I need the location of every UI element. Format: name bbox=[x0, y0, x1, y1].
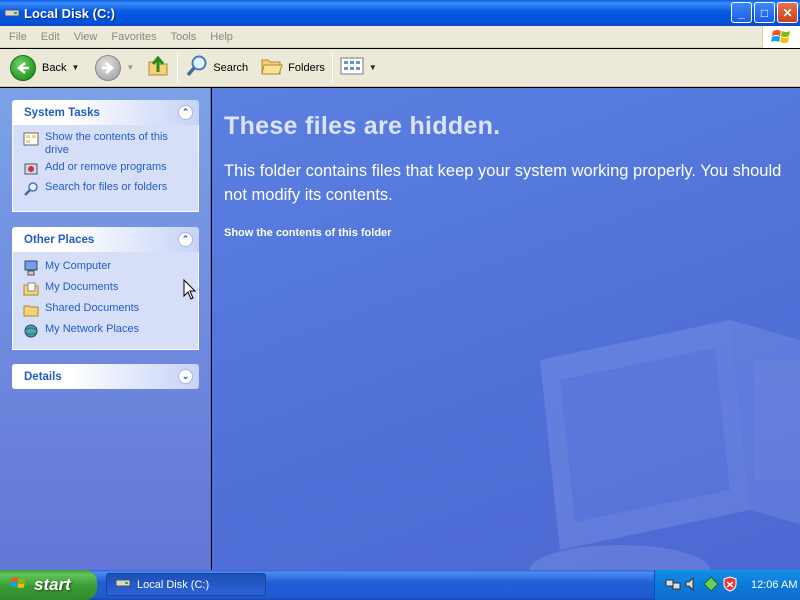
other-places-header[interactable]: Other Places ⌃ bbox=[12, 227, 199, 252]
system-tasks-header[interactable]: System Tasks ⌃ bbox=[12, 100, 199, 125]
search-icon bbox=[185, 54, 209, 81]
task-add-remove-programs[interactable]: Add or remove programs bbox=[23, 161, 188, 177]
menu-help[interactable]: Help bbox=[203, 31, 240, 43]
windows-flag-icon bbox=[10, 575, 28, 596]
drive-icon bbox=[4, 6, 20, 20]
forward-dropdown-icon[interactable]: ▼ bbox=[126, 63, 134, 72]
taskbar: start Local Disk (C:) 12:06 AM bbox=[0, 570, 800, 600]
maximize-button[interactable]: □ bbox=[754, 2, 775, 23]
minimize-button[interactable]: _ bbox=[731, 2, 752, 23]
other-places-panel: Other Places ⌃ My Computer My Documents bbox=[12, 227, 199, 350]
close-button[interactable]: ✕ bbox=[777, 2, 798, 23]
toolbar-separator bbox=[331, 52, 333, 83]
task-search-files[interactable]: Search for files or folders bbox=[23, 181, 188, 197]
place-my-documents[interactable]: My Documents bbox=[23, 281, 188, 297]
search-icon bbox=[23, 181, 39, 197]
title-bar[interactable]: Local Disk (C:) _ □ ✕ bbox=[0, 0, 800, 26]
task-label: Show the contents of this drive bbox=[45, 131, 168, 156]
task-show-contents[interactable]: Show the contents of this drive bbox=[23, 131, 188, 157]
views-dropdown-icon[interactable]: ▼ bbox=[369, 63, 377, 72]
folders-label: Folders bbox=[288, 61, 325, 74]
hidden-files-headline: These files are hidden. bbox=[224, 112, 501, 140]
views-icon bbox=[340, 56, 364, 79]
menu-tools[interactable]: Tools bbox=[164, 31, 204, 43]
tray-update-icon[interactable] bbox=[703, 575, 719, 595]
add-remove-programs-icon bbox=[23, 161, 39, 177]
back-dropdown-icon[interactable]: ▼ bbox=[71, 63, 79, 72]
back-arrow-icon bbox=[10, 54, 36, 81]
collapse-chevron-icon[interactable]: ⌃ bbox=[178, 105, 193, 120]
folders-icon bbox=[260, 55, 284, 80]
place-label: My Network Places bbox=[45, 323, 140, 335]
search-label: Search bbox=[213, 61, 249, 74]
system-tasks-panel: System Tasks ⌃ Show the contents of this… bbox=[12, 100, 199, 212]
toolbar: Back ▼ ▼ Search Folders ▼ bbox=[0, 49, 800, 87]
taskbar-window-button[interactable]: Local Disk (C:) bbox=[106, 573, 266, 596]
menu-view[interactable]: View bbox=[67, 31, 105, 43]
toolbar-separator bbox=[177, 52, 179, 83]
place-label: My Computer bbox=[45, 260, 112, 272]
show-contents-icon bbox=[23, 131, 39, 147]
back-label: Back bbox=[42, 61, 67, 74]
drive-icon bbox=[115, 578, 131, 591]
details-title: Details bbox=[24, 370, 62, 383]
menu-file[interactable]: File bbox=[0, 31, 34, 43]
place-network-places[interactable]: My Network Places bbox=[23, 323, 188, 339]
show-folder-contents-link[interactable]: Show the contents of this folder bbox=[224, 227, 391, 239]
network-places-icon bbox=[23, 323, 39, 339]
hidden-files-message: This folder contains files that keep you… bbox=[224, 162, 782, 204]
taskbar-window-label: Local Disk (C:) bbox=[137, 578, 210, 591]
shared-documents-icon bbox=[23, 302, 39, 318]
search-button[interactable]: Search bbox=[181, 52, 252, 84]
task-label: Search for files or folders bbox=[45, 181, 168, 193]
expand-chevron-icon[interactable]: ⌄ bbox=[178, 369, 193, 384]
other-places-title: Other Places bbox=[24, 233, 95, 246]
task-pane: System Tasks ⌃ Show the contents of this… bbox=[0, 88, 211, 570]
menu-edit[interactable]: Edit bbox=[34, 31, 67, 43]
window-title: Local Disk (C:) bbox=[24, 5, 116, 21]
collapse-chevron-icon[interactable]: ⌃ bbox=[178, 232, 193, 247]
views-button[interactable]: ▼ bbox=[336, 52, 381, 84]
forward-arrow-icon bbox=[95, 54, 122, 81]
my-documents-icon bbox=[23, 281, 39, 297]
details-panel: Details ⌄ bbox=[12, 364, 199, 389]
tray-network-icon[interactable] bbox=[665, 576, 681, 595]
tray-volume-icon[interactable] bbox=[684, 576, 700, 595]
system-tray: 12:06 AM bbox=[654, 570, 800, 600]
start-button[interactable]: start bbox=[0, 570, 97, 600]
start-label: start bbox=[34, 575, 71, 594]
place-label: Shared Documents bbox=[45, 302, 140, 314]
back-button[interactable]: Back ▼ bbox=[6, 52, 83, 84]
mouse-cursor-icon bbox=[183, 279, 197, 300]
content-area: These files are hidden. This folder cont… bbox=[212, 88, 800, 570]
my-computer-icon bbox=[23, 260, 39, 276]
place-shared-documents[interactable]: Shared Documents bbox=[23, 302, 188, 318]
forward-button[interactable]: ▼ bbox=[91, 52, 138, 84]
details-header[interactable]: Details ⌄ bbox=[12, 364, 199, 389]
menu-favorites[interactable]: Favorites bbox=[104, 31, 163, 43]
place-label: My Documents bbox=[45, 281, 119, 293]
up-folder-button[interactable] bbox=[142, 52, 174, 84]
menu-bar: File Edit View Favorites Tools Help bbox=[0, 26, 800, 48]
place-my-computer[interactable]: My Computer bbox=[23, 260, 188, 276]
windows-logo-icon bbox=[762, 26, 800, 48]
computer-watermark-icon bbox=[530, 320, 800, 570]
security-shield-icon[interactable] bbox=[722, 575, 738, 595]
up-folder-icon bbox=[146, 54, 170, 81]
clock[interactable]: 12:06 AM bbox=[751, 579, 797, 591]
folders-button[interactable]: Folders bbox=[256, 52, 329, 84]
task-label: Add or remove programs bbox=[45, 161, 167, 173]
system-tasks-title: System Tasks bbox=[24, 106, 100, 119]
